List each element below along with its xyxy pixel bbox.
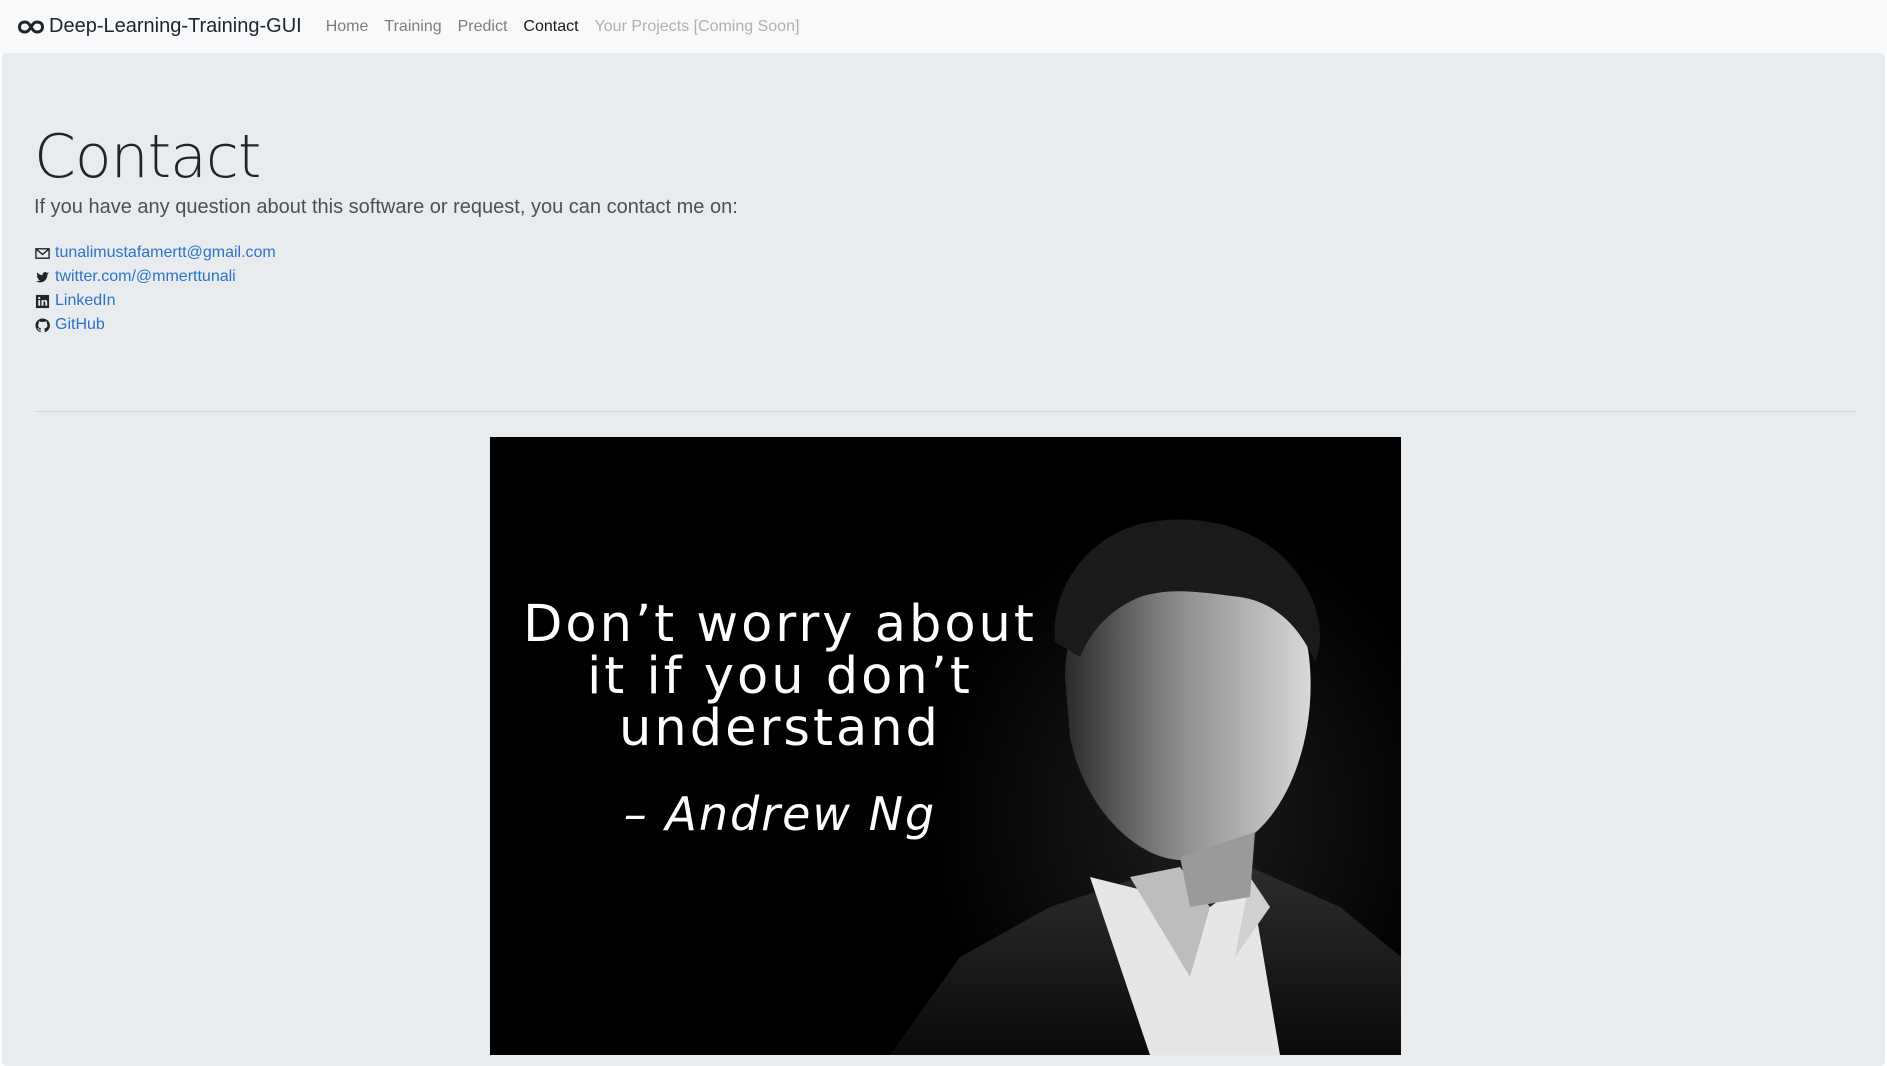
contact-item-linkedin: LinkedIn <box>34 289 276 313</box>
nav-your-projects: Your Projects [Coming Soon] <box>594 17 800 35</box>
github-link[interactable]: GitHub <box>55 316 105 334</box>
nav-home[interactable]: Home <box>326 18 369 36</box>
lead-text: If you have any question about this soft… <box>34 196 738 218</box>
twitter-icon <box>34 269 50 285</box>
quote-image: Don’t worry about it if you don’t unders… <box>490 437 1401 1055</box>
contact-list: tunalimustafamertt@gmail.com twitter.com… <box>34 241 276 337</box>
twitter-link[interactable]: twitter.com/@mmerttunali <box>55 268 236 286</box>
contact-item-email: tunalimustafamertt@gmail.com <box>34 241 276 265</box>
divider <box>34 411 1856 412</box>
brand-link[interactable]: Deep-Learning-Training-GUI <box>18 15 302 38</box>
quote-text: Don’t worry about it if you don’t unders… <box>516 599 1044 755</box>
linkedin-link[interactable]: LinkedIn <box>55 292 116 310</box>
top-navbar: Deep-Learning-Training-GUI Home Training… <box>0 0 1887 53</box>
quote-line: it if you don’t <box>587 647 973 706</box>
envelope-icon <box>34 245 50 261</box>
nav-predict[interactable]: Predict <box>458 18 508 36</box>
email-link[interactable]: tunalimustafamertt@gmail.com <box>55 244 276 262</box>
contact-item-twitter: twitter.com/@mmerttunali <box>34 265 276 289</box>
contact-item-github: GitHub <box>34 313 276 337</box>
brand-label: Deep-Learning-Training-GUI <box>49 15 302 37</box>
linkedin-icon <box>34 293 50 309</box>
github-icon <box>34 317 50 333</box>
page-title: Contact <box>34 122 261 192</box>
infinity-icon <box>18 19 44 34</box>
nav-contact[interactable]: Contact <box>523 18 578 36</box>
quote-line: Don’t worry about <box>523 595 1037 654</box>
quote-line: understand <box>619 699 941 758</box>
main-jumbotron: Contact If you have any question about t… <box>2 53 1885 1066</box>
quote-author: – Andrew Ng <box>623 787 937 841</box>
nav-training[interactable]: Training <box>384 18 441 36</box>
